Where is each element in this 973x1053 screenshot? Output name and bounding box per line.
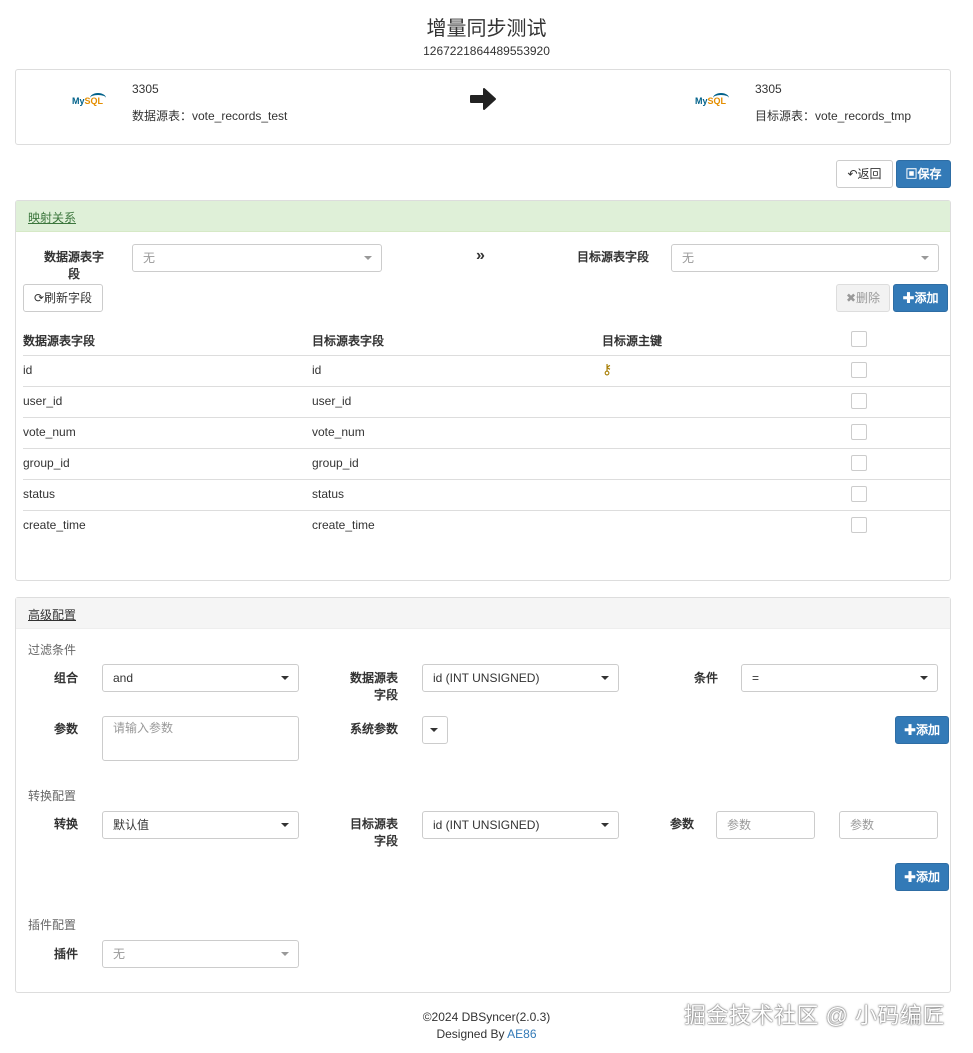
cell-source: create_time [23, 518, 86, 532]
filter-section-label: 过滤条件 [28, 643, 77, 657]
row-checkbox[interactable] [851, 393, 867, 409]
row-checkbox[interactable] [851, 486, 867, 502]
plus-icon: ✚ [903, 870, 916, 884]
column-header-target: 目标源表字段 [312, 334, 385, 348]
cell-target: group_id [312, 456, 359, 470]
source-field-select[interactable]: 无 [132, 244, 382, 272]
row-checkbox[interactable] [851, 455, 867, 471]
convert-param1-input[interactable]: 参数 [716, 811, 815, 839]
mapping-heading[interactable]: 映射关系 [28, 209, 76, 226]
refresh-icon: ⟳ [33, 291, 45, 305]
double-chevron-right-icon: » [476, 247, 485, 264]
cell-source: status [23, 487, 56, 501]
back-button[interactable]: ↶返回 [836, 160, 893, 188]
convert-label: 转换 [53, 817, 78, 831]
advanced-panel: 高级配置 过滤条件 组合 and 数据源表 字段 id (INT UNSIGNE… [15, 597, 951, 993]
convert-target-field-select[interactable]: id (INT UNSIGNED) [422, 811, 619, 839]
cell-source: group_id [23, 456, 70, 470]
system-param-label: 系统参数 [349, 722, 398, 736]
convert-section-label: 转换配置 [28, 789, 77, 803]
condition-select[interactable]: = [741, 664, 938, 692]
plus-icon: ✚ [903, 723, 916, 737]
row-checkbox[interactable] [851, 424, 867, 440]
caret-down-icon [281, 952, 289, 956]
mysql-logo-icon: MySQL [72, 93, 112, 120]
system-param-select[interactable] [422, 716, 448, 744]
group-select[interactable]: and [102, 664, 299, 692]
convert-target-field-label: 目标源表 字段 [349, 817, 398, 848]
mapping-panel: 映射关系 数据源表字 段 无 » 目标源表字段 无 ⟳刷新字段 ✖删除 ✚添加 … [15, 200, 951, 581]
target-table-label: 目标源表：vote_records_tmp [755, 109, 912, 123]
target-field-label: 目标源表字段 [576, 250, 649, 264]
caret-down-icon [281, 676, 289, 680]
save-button[interactable]: ▣保存 [896, 160, 951, 188]
param-textarea[interactable]: 请输入参数 [102, 716, 299, 761]
group-label: 组合 [53, 671, 78, 685]
add-convert-button[interactable]: ✚添加 [895, 863, 949, 891]
filter-source-field-select[interactable]: id (INT UNSIGNED) [422, 664, 619, 692]
target-port: 3305 [755, 82, 782, 96]
plugin-section-label: 插件配置 [28, 918, 77, 932]
add-filter-button[interactable]: ✚添加 [895, 716, 949, 744]
cell-source: id [23, 363, 33, 377]
refresh-fields-button[interactable]: ⟳刷新字段 [23, 284, 103, 312]
connection-panel: MySQL 3305 数据源表：vote_records_test MySQL … [15, 69, 951, 145]
overlay-watermark: 掘金技术社区 @ 小码编匠 [683, 1003, 945, 1028]
times-icon: ✖ [845, 291, 857, 305]
convert-select[interactable]: 默认值 [102, 811, 299, 839]
row-checkbox[interactable] [851, 517, 867, 533]
row-checkbox[interactable] [851, 362, 867, 378]
cell-target: create_time [312, 518, 375, 532]
task-id: 1267221864489553920 [423, 44, 550, 58]
convert-param2-input[interactable]: 参数 [839, 811, 938, 839]
plugin-label: 插件 [53, 947, 78, 961]
condition-label: 条件 [693, 671, 718, 685]
cell-source: user_id [23, 394, 63, 408]
column-header-primary: 目标源主键 [602, 334, 663, 348]
select-all-checkbox[interactable] [851, 331, 867, 347]
caret-down-icon [601, 676, 609, 680]
cell-target: vote_num [312, 425, 365, 439]
caret-down-icon [601, 823, 609, 827]
advanced-heading[interactable]: 高级配置 [28, 606, 76, 623]
key-icon: ⚷ [602, 361, 613, 377]
arrow-right-icon [470, 88, 496, 110]
delete-button[interactable]: ✖删除 [836, 284, 890, 312]
source-port: 3305 [132, 82, 159, 96]
target-field-select[interactable]: 无 [671, 244, 939, 272]
convert-param-label: 参数 [669, 817, 694, 831]
undo-icon: ↶ [847, 167, 858, 181]
floppy-icon: ▣ [905, 167, 918, 181]
page-title: 增量同步测试 [426, 18, 547, 40]
cell-target: user_id [312, 394, 352, 408]
caret-down-icon [364, 256, 372, 260]
add-mapping-button[interactable]: ✚添加 [893, 284, 948, 312]
caret-down-icon [430, 728, 438, 732]
author-link[interactable]: AE86 [507, 1027, 536, 1041]
cell-source: vote_num [23, 425, 76, 439]
source-field-label: 数据源表字 段 [43, 250, 104, 281]
caret-down-icon [281, 823, 289, 827]
source-table-label: 数据源表：vote_records_test [132, 109, 288, 123]
plus-icon: ✚ [902, 291, 915, 305]
plugin-select[interactable]: 无 [102, 940, 299, 968]
caret-down-icon [921, 256, 929, 260]
column-header-source: 数据源表字段 [23, 334, 96, 348]
param-label: 参数 [53, 722, 78, 736]
cell-target: id [312, 363, 322, 377]
advanced-header: 高级配置 [16, 598, 950, 629]
cell-target: status [312, 487, 345, 501]
mapping-header: 映射关系 [16, 201, 950, 232]
caret-down-icon [920, 676, 928, 680]
filter-source-field-label: 数据源表 字段 [349, 671, 398, 702]
mysql-logo-icon: MySQL [695, 93, 735, 120]
